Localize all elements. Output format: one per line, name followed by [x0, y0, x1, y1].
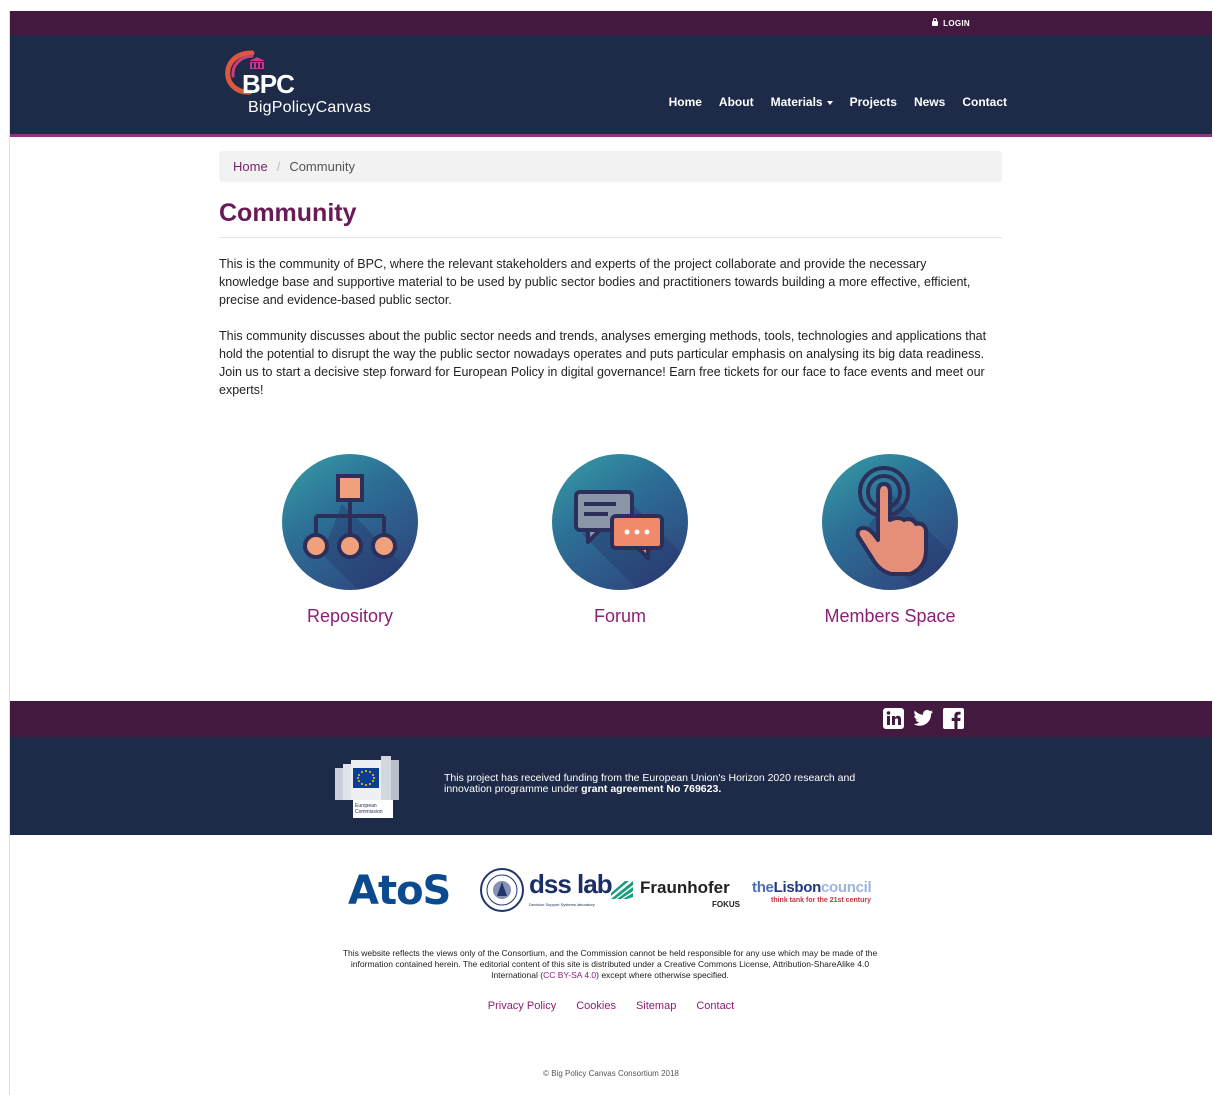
card-repository[interactable]: Repository — [250, 454, 450, 627]
license-link[interactable]: CC BY-SA 4.0 — [543, 970, 596, 980]
social-bar — [10, 701, 1212, 737]
fokus-label: FOKUS — [712, 900, 740, 909]
community-cards: Repository Forum Members Space — [219, 454, 1002, 644]
card-repository-label: Repository — [306, 606, 394, 626]
lisbon-council-subtitle: think tank for the 21st century — [771, 897, 871, 904]
login-label: LOGIN — [943, 18, 970, 28]
lisbon-council: council — [820, 879, 872, 896]
nav-contact[interactable]: Contact — [962, 95, 1007, 109]
site-header: BPC BigPolicyCanvas Home About Materials… — [10, 35, 1212, 137]
linkedin-icon[interactable] — [883, 708, 904, 729]
disclaimer: This website reflects the views only of … — [330, 948, 890, 981]
logo-name: BigPolicyCanvas — [248, 99, 372, 116]
breadcrumb-separator: / — [276, 159, 281, 174]
social-links — [883, 708, 964, 729]
lisbon-council-logo[interactable]: theLisboncouncil — [752, 879, 872, 896]
ec-logo-text: European Commission — [355, 803, 383, 815]
page: LOGIN BPC BigPolicyCanvas Home About Mat… — [9, 11, 1212, 1095]
dss-lab-logo[interactable]: dss lab — [529, 869, 613, 900]
footer-sitemap[interactable]: Sitemap — [636, 1000, 676, 1012]
funding-bar: European Commission This project has rec… — [10, 737, 1212, 835]
funding-grant: grant agreement No 769623. — [581, 783, 722, 795]
atos-logo[interactable]: AtoS — [348, 868, 451, 914]
copyright: © Big Policy Canvas Consortium 2018 — [543, 1069, 679, 1078]
dss-lab-subtitle: Decision Support Systems laboratory — [529, 902, 595, 907]
touch-hand-icon — [855, 466, 958, 590]
caret-down-icon — [826, 100, 833, 105]
logo-bpc: BPC — [242, 69, 295, 99]
card-forum[interactable]: Forum — [520, 454, 720, 627]
nav-about[interactable]: About — [719, 95, 754, 109]
intro-text: This is the community of BPC, where the … — [219, 255, 989, 417]
hierarchy-icon — [303, 474, 418, 590]
disclaimer-post: ) except where otherwise specified. — [596, 970, 729, 980]
forum-circle — [552, 454, 688, 590]
footer-contact[interactable]: Contact — [696, 1000, 734, 1012]
members-circle — [822, 454, 958, 590]
breadcrumb-current: Community — [289, 159, 356, 174]
card-members-space-label: Members Space — [824, 606, 956, 626]
funding-text: This project has received funding from t… — [444, 773, 884, 795]
card-members-space[interactable]: Members Space — [790, 454, 990, 627]
lisbon-the: the — [752, 879, 774, 896]
top-bar: LOGIN — [10, 11, 1212, 35]
nav-projects[interactable]: Projects — [850, 95, 897, 109]
nav-news[interactable]: News — [914, 95, 945, 109]
footer-cookies[interactable]: Cookies — [576, 1000, 616, 1012]
intro-paragraph-1: This is the community of BPC, where the … — [219, 257, 971, 307]
footer-links: Privacy Policy Cookies Sitemap Contact — [10, 1000, 1212, 1012]
intro-paragraph-3: Join us to start a decisive step forward… — [219, 365, 985, 397]
card-forum-label: Forum — [593, 606, 646, 626]
lock-icon — [932, 17, 939, 26]
page-title: Community — [219, 199, 1002, 238]
fraunhofer-logo[interactable]: Fraunhofer — [640, 878, 730, 898]
nav-home[interactable]: Home — [669, 95, 702, 109]
fraunhofer-mark-icon — [611, 881, 633, 899]
nav-materials[interactable]: Materials — [771, 95, 833, 109]
facebook-icon[interactable] — [943, 708, 964, 729]
breadcrumb: Home / Community — [219, 151, 1002, 182]
dss-seal-icon — [480, 868, 524, 912]
lisbon-name: Lisbon — [773, 879, 822, 896]
repository-circle — [282, 454, 418, 590]
site-logo[interactable]: BPC BigPolicyCanvas — [222, 47, 392, 121]
breadcrumb-home[interactable]: Home — [233, 159, 268, 174]
login-link[interactable]: LOGIN — [932, 17, 970, 28]
partner-logos: AtoS dss lab Decision Support Systems la… — [348, 866, 888, 916]
main-nav: Home About Materials Projects News Conta… — [669, 95, 1007, 109]
footer-privacy-policy[interactable]: Privacy Policy — [488, 1000, 556, 1012]
intro-paragraph-2: This community discusses about the publi… — [219, 329, 987, 361]
chat-bubbles-icon — [574, 490, 688, 590]
twitter-icon[interactable] — [913, 708, 934, 729]
nav-materials-label: Materials — [770, 95, 823, 109]
